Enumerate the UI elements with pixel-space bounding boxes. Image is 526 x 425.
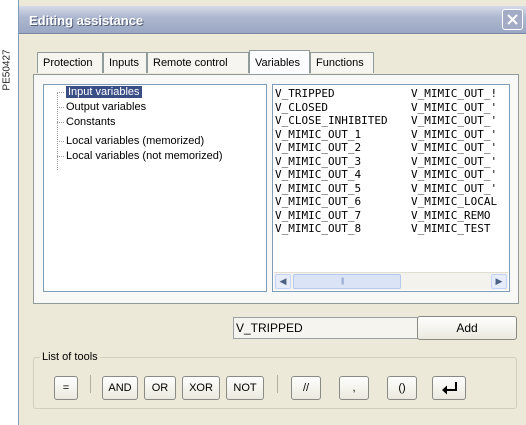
variable-item[interactable]: V_MIMIC_OUT_' [411,128,497,142]
tab-remote-control[interactable]: Remote control [147,52,249,73]
scrollbar-thumb[interactable]: ||| [293,274,401,289]
variable-list[interactable]: V_TRIPPED V_CLOSED V_CLOSE_INHIBITED V_M… [272,84,510,292]
tree-connector [57,141,64,142]
variable-item[interactable]: V_MIMIC_OUT_4 [275,168,388,182]
variable-item[interactable]: V_MIMIC_OUT_2 [275,141,388,155]
and-button[interactable]: AND [102,376,138,400]
horizontal-scrollbar[interactable]: ◀ ||| ▶ [274,272,508,290]
document-code: PE50427 [0,40,14,100]
tab-variables[interactable]: Variables [249,50,310,74]
tree-item-local-variables-not-memorized[interactable]: Local variables (not memorized) [66,149,223,163]
comma-button[interactable]: , [339,376,369,400]
variable-column-1: V_TRIPPED V_CLOSED V_CLOSE_INHIBITED V_M… [275,87,388,236]
variable-item[interactable]: V_MIMIC_OUT_1 [275,128,388,142]
tree-item-local-variables-memorized[interactable]: Local variables (memorized) [66,134,204,148]
tool-separator [90,375,91,393]
tree-item-output-variables[interactable]: Output variables [66,100,146,114]
scroll-right-icon[interactable]: ▶ [491,274,507,289]
tree-connector [57,156,64,157]
editing-assistance-dialog: Editing assistance Protection Inputs Rem… [18,0,526,425]
variable-item[interactable]: V_MIMIC_OUT_' [411,141,497,155]
enter-button[interactable] [432,376,466,400]
variable-item[interactable]: V_MIMIC_OUT_' [411,114,497,128]
tree-item-label: Output variables [66,101,147,113]
variable-item[interactable]: V_MIMIC_OUT_' [411,101,497,115]
close-button[interactable] [502,9,523,30]
variable-item[interactable]: V_MIMIC_OUT_' [411,168,497,182]
variable-item[interactable]: V_MIMIC_OUT_3 [275,155,388,169]
variable-category-tree: Input variables Output variables Constan… [43,84,267,292]
not-button[interactable]: NOT [226,376,264,400]
tree-item-constants[interactable]: Constants [66,115,116,129]
variable-item[interactable]: V_MIMIC_OUT_! [411,87,497,101]
tab-protection[interactable]: Protection [37,52,103,73]
parentheses-button[interactable]: () [387,376,417,400]
tab-inputs[interactable]: Inputs [103,52,147,73]
close-icon [507,14,518,25]
variable-item[interactable]: V_CLOSE_INHIBITED [275,114,388,128]
tab-functions[interactable]: Functions [310,52,374,73]
variable-column-2: V_MIMIC_OUT_! V_MIMIC_OUT_' V_MIMIC_OUT_… [411,87,497,236]
scrollbar-grip-icon: ||| [341,278,345,285]
tree-connector [57,122,64,123]
variable-item[interactable]: V_TRIPPED [275,87,388,101]
variable-item[interactable]: V_MIMIC_REMO [411,209,497,223]
tree-connector [57,92,58,170]
tools-legend: List of tools [40,351,100,363]
xor-button[interactable]: XOR [182,376,220,400]
variable-item[interactable]: V_MIMIC_OUT_8 [275,222,388,236]
equals-button[interactable]: = [54,376,78,400]
selected-variable-field[interactable]: V_TRIPPED [233,317,425,339]
tree-item-label: Local variables (memorized) [66,135,205,147]
add-button[interactable]: Add [417,316,517,340]
scroll-left-icon[interactable]: ◀ [275,274,291,289]
variable-item[interactable]: V_MIMIC_OUT_5 [275,182,388,196]
variable-item[interactable]: V_MIMIC_OUT_' [411,155,497,169]
tool-separator [277,375,278,393]
tree-item-label: Constants [66,116,116,128]
tree-connector [57,92,64,93]
variable-item[interactable]: V_MIMIC_OUT_6 [275,195,388,209]
comment-button[interactable]: // [291,376,321,400]
or-button[interactable]: OR [144,376,176,400]
variable-item[interactable]: V_MIMIC_OUT_' [411,182,497,196]
variable-item[interactable]: V_MIMIC_TEST [411,222,497,236]
variable-item[interactable]: V_MIMIC_OUT_7 [275,209,388,223]
tree-item-label: Local variables (not memorized) [66,150,223,162]
list-of-tools-group: List of tools = AND OR XOR NOT // , () [33,351,517,409]
tree-connector [57,107,64,108]
variables-tab-panel: Input variables Output variables Constan… [33,74,519,304]
variable-item[interactable]: V_MIMIC_LOCAL [411,195,497,209]
title-bar[interactable]: Editing assistance [19,6,526,34]
variable-item[interactable]: V_CLOSED [275,101,388,115]
document-code-text: PE50427 [1,49,13,91]
tree-item-input-variables[interactable]: Input variables [66,85,142,99]
tree-item-label: Input variables [66,86,142,98]
window-title: Editing assistance [29,13,144,28]
enter-icon [442,382,457,395]
